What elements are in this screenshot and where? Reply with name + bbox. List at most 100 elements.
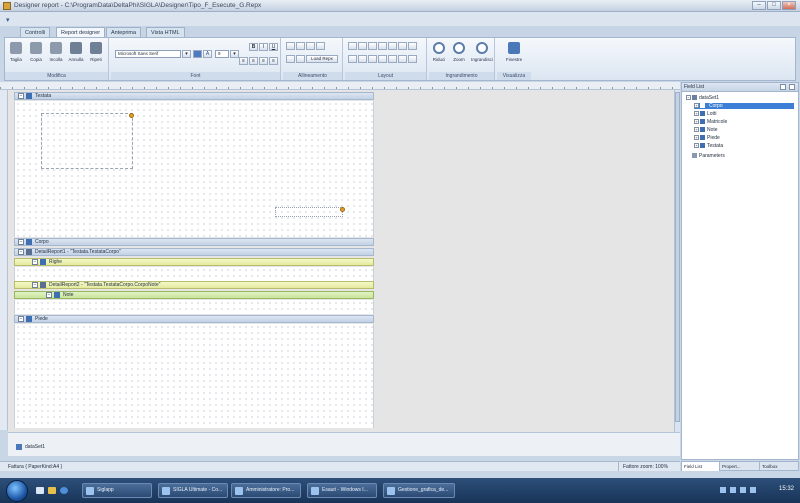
close-button[interactable]: × bbox=[782, 1, 796, 10]
taskbar-item[interactable]: Esauri - Windows I... bbox=[307, 483, 377, 498]
taskbar-item[interactable]: Amministratore: Pro... bbox=[231, 483, 301, 498]
taskbar-item[interactable]: Gestione_grafica_de... bbox=[383, 483, 455, 498]
bold-button[interactable]: B bbox=[249, 43, 258, 51]
collapse-toggle-icon[interactable]: − bbox=[18, 249, 24, 255]
band-note[interactable]: − Note bbox=[14, 291, 374, 299]
font-dropdown-icon[interactable]: ▾ bbox=[182, 50, 191, 58]
layout-inc-icon[interactable] bbox=[388, 55, 397, 63]
redo-button[interactable]: Ripeti bbox=[87, 40, 105, 70]
taskbar-item[interactable]: SIGLA Ultimate - Co... bbox=[158, 483, 228, 498]
italic-button[interactable]: I bbox=[259, 43, 268, 51]
band-corpo[interactable]: − Corpo bbox=[14, 238, 374, 246]
tree-expand-icon[interactable]: + bbox=[694, 127, 699, 133]
scrollbar-thumb[interactable] bbox=[675, 92, 680, 422]
volume-icon[interactable] bbox=[750, 487, 756, 493]
quick-access-menu-icon[interactable]: ▾ bbox=[6, 16, 16, 24]
band-detail-report-2[interactable]: − DetailReport2 - "Testata.TestataCorpo.C… bbox=[14, 281, 374, 289]
zoom-out-button[interactable]: Riduci bbox=[429, 40, 449, 70]
minimize-button[interactable]: – bbox=[752, 1, 766, 10]
collapse-toggle-icon[interactable]: − bbox=[32, 282, 38, 288]
tree-item-note[interactable]: + Note bbox=[694, 127, 718, 133]
paste-button[interactable]: Incolla bbox=[47, 40, 65, 70]
layout-dec-icon[interactable] bbox=[398, 55, 407, 63]
layout-equal-h-icon[interactable] bbox=[368, 55, 377, 63]
load-repx-button[interactable]: Load Repx bbox=[306, 55, 338, 63]
layout-size-icon[interactable] bbox=[368, 42, 377, 50]
layout-center-h-icon[interactable] bbox=[348, 55, 357, 63]
tree-expand-icon[interactable]: + bbox=[694, 143, 699, 149]
report-control[interactable] bbox=[41, 113, 133, 169]
layout-center-v-icon[interactable] bbox=[358, 55, 367, 63]
tree-expand-icon[interactable]: + bbox=[694, 103, 699, 109]
font-name-combo[interactable]: Microsoft Sans Serif bbox=[115, 50, 181, 58]
taskbar-item[interactable]: Siglapp bbox=[82, 483, 152, 498]
tree-expand-icon[interactable]: + bbox=[694, 111, 699, 117]
windows-button[interactable]: Finestre bbox=[503, 40, 525, 70]
browser-icon[interactable] bbox=[60, 487, 68, 494]
design-canvas[interactable]: − Testata − Corpo − DetailReport1 - "Testat… bbox=[8, 90, 674, 432]
layout-equal-v-icon[interactable] bbox=[378, 55, 387, 63]
tree-item-dataset[interactable]: − dataSet1 bbox=[686, 95, 719, 101]
band-detail-report-1[interactable]: − DetailReport1 - "Testata.TestataCorpo" bbox=[14, 248, 374, 256]
cut-button[interactable]: Taglia bbox=[7, 40, 25, 70]
align-lefts-icon[interactable] bbox=[296, 42, 305, 50]
smart-tag-icon[interactable] bbox=[340, 207, 345, 212]
tree-item-piede[interactable]: + Piede bbox=[694, 135, 720, 141]
pin-icon[interactable] bbox=[780, 84, 786, 90]
zoom-in-button[interactable]: Ingrandisci bbox=[471, 40, 493, 70]
band-area-note[interactable] bbox=[14, 300, 374, 314]
collapse-toggle-icon[interactable]: − bbox=[32, 259, 38, 265]
vertical-scrollbar[interactable] bbox=[674, 90, 680, 432]
tab-report-designer[interactable]: Report designer bbox=[56, 27, 106, 37]
align-tops-icon[interactable] bbox=[286, 55, 295, 63]
tab-vista-html[interactable]: Vista HTML bbox=[146, 27, 185, 37]
tab-anteprima[interactable]: Anteprima bbox=[106, 27, 142, 37]
smart-tag-icon[interactable] bbox=[129, 113, 134, 118]
tab-field-list[interactable]: Field List bbox=[682, 462, 720, 471]
layout-front-icon[interactable] bbox=[398, 42, 407, 50]
band-area-testata[interactable] bbox=[14, 101, 374, 237]
tree-item-matricole[interactable]: + Matricole bbox=[694, 119, 727, 125]
tree-item-corpo[interactable]: + Corpo bbox=[694, 103, 794, 109]
tree-expand-icon[interactable]: + bbox=[694, 135, 699, 141]
maximize-button[interactable]: □ bbox=[767, 1, 781, 10]
tab-toolbox[interactable]: Toolbox bbox=[760, 462, 798, 471]
close-panel-icon[interactable] bbox=[789, 84, 795, 90]
align-right-icon[interactable]: ≡ bbox=[259, 57, 268, 65]
undo-button[interactable]: Annulla bbox=[67, 40, 85, 70]
clock[interactable]: 15:32 bbox=[779, 486, 794, 492]
layout-width-icon[interactable] bbox=[348, 42, 357, 50]
explorer-icon[interactable] bbox=[48, 487, 56, 494]
layout-height-icon[interactable] bbox=[358, 42, 367, 50]
tab-properties[interactable]: Propert... bbox=[720, 462, 760, 471]
align-left-icon[interactable]: ≡ bbox=[239, 57, 248, 65]
tray-icon[interactable] bbox=[720, 487, 726, 493]
font-size-combo[interactable]: 9 bbox=[215, 50, 229, 58]
font-size-dropdown-icon[interactable]: ▾ bbox=[230, 50, 239, 58]
align-grid-icon[interactable] bbox=[286, 42, 295, 50]
tree-item-testata[interactable]: + Testata bbox=[694, 143, 723, 149]
tree-item-parameters[interactable]: Parameters bbox=[686, 153, 725, 159]
report-control[interactable] bbox=[275, 207, 343, 217]
tray-icon[interactable] bbox=[730, 487, 736, 493]
band-area-piede[interactable] bbox=[14, 324, 374, 428]
collapse-toggle-icon[interactable]: − bbox=[46, 292, 52, 298]
underline-button[interactable]: U bbox=[269, 43, 278, 51]
fore-color-button[interactable] bbox=[193, 50, 202, 58]
band-area-righe[interactable] bbox=[14, 267, 374, 281]
layout-back-icon[interactable] bbox=[408, 42, 417, 50]
align-rights-icon[interactable] bbox=[316, 42, 325, 50]
align-justify-icon[interactable]: ≡ bbox=[269, 57, 278, 65]
layout-vspace-icon[interactable] bbox=[388, 42, 397, 50]
copy-button[interactable]: Copia bbox=[27, 40, 45, 70]
show-desktop-icon[interactable] bbox=[36, 487, 44, 494]
align-middles-icon[interactable] bbox=[296, 55, 305, 63]
align-center-icon[interactable]: ≡ bbox=[249, 57, 258, 65]
tree-expand-icon[interactable]: + bbox=[694, 119, 699, 125]
layout-remove-icon[interactable] bbox=[408, 55, 417, 63]
band-testata[interactable]: − Testata bbox=[14, 92, 374, 100]
start-button[interactable] bbox=[6, 480, 28, 502]
tree-collapse-icon[interactable]: − bbox=[686, 95, 691, 101]
dataset-label[interactable]: dataSet1 bbox=[25, 444, 45, 450]
font-color-icon[interactable]: A bbox=[203, 50, 212, 58]
